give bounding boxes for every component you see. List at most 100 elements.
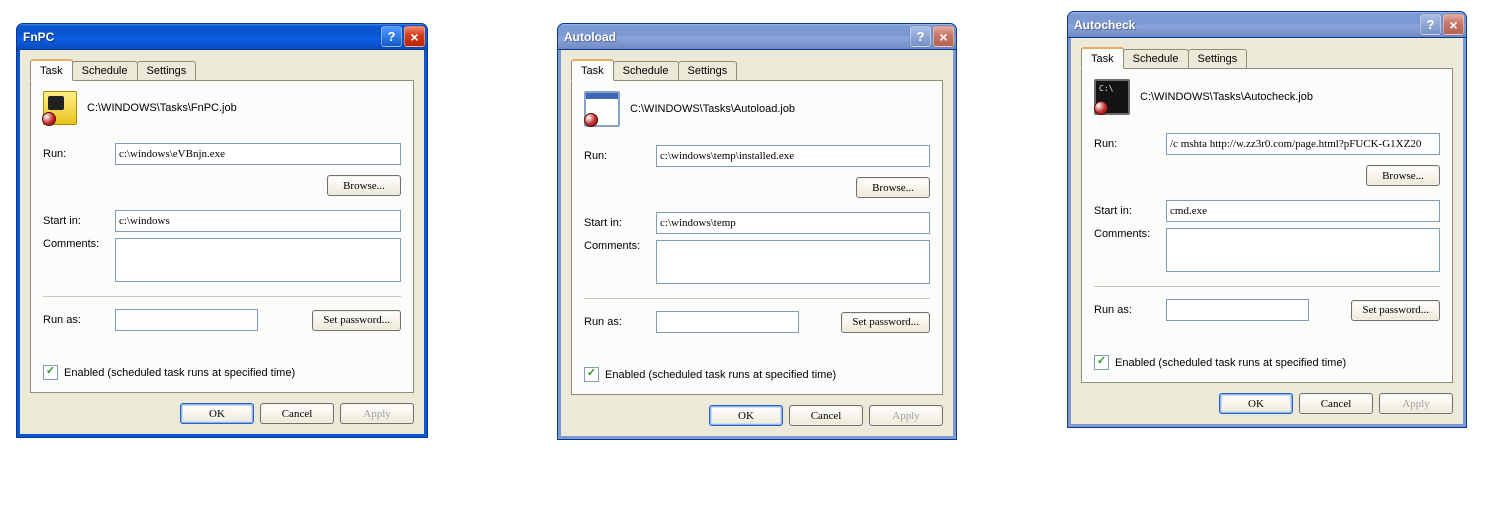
tab-schedule[interactable]: Schedule bbox=[613, 61, 679, 80]
enabled-checkbox[interactable] bbox=[584, 367, 599, 382]
start-in-input[interactable] bbox=[1166, 200, 1440, 222]
set-password-button[interactable]: Set password... bbox=[312, 310, 401, 331]
cancel-button[interactable]: Cancel bbox=[260, 403, 334, 424]
dialog-buttons: OK Cancel Apply bbox=[30, 403, 414, 424]
set-password-button[interactable]: Set password... bbox=[841, 312, 930, 333]
close-button[interactable]: × bbox=[404, 26, 425, 47]
titlebar[interactable]: FnPC ? × bbox=[17, 24, 427, 50]
cancel-button[interactable]: Cancel bbox=[1299, 393, 1373, 414]
task-properties-window: Autoload ? × Task Schedule Settings C:\W… bbox=[557, 23, 957, 440]
enabled-row: Enabled (scheduled task runs at specifie… bbox=[1094, 355, 1440, 370]
titlebar-buttons: ? × bbox=[381, 26, 425, 47]
comments-label: Comments: bbox=[1094, 228, 1166, 240]
separator bbox=[584, 298, 930, 299]
run-as-input[interactable] bbox=[1166, 299, 1309, 321]
help-button[interactable]: ? bbox=[1420, 14, 1441, 35]
tabs: Task Schedule Settings bbox=[1081, 46, 1453, 68]
cmd-task-icon bbox=[1094, 79, 1130, 115]
comments-label: Comments: bbox=[43, 238, 115, 250]
titlebar[interactable]: Autocheck ? × bbox=[1068, 12, 1466, 38]
run-input[interactable] bbox=[1166, 133, 1440, 155]
help-button[interactable]: ? bbox=[381, 26, 402, 47]
enabled-checkbox[interactable] bbox=[1094, 355, 1109, 370]
run-label: Run: bbox=[1094, 138, 1166, 150]
ok-button[interactable]: OK bbox=[709, 405, 783, 426]
dialog-buttons: OK Cancel Apply bbox=[1081, 393, 1453, 414]
titlebar-buttons: ? × bbox=[910, 26, 954, 47]
tab-settings[interactable]: Settings bbox=[678, 61, 738, 80]
browse-button[interactable]: Browse... bbox=[327, 175, 401, 196]
tab-schedule[interactable]: Schedule bbox=[1123, 49, 1189, 68]
tab-task[interactable]: Task bbox=[1081, 47, 1124, 69]
tab-page-task: C:\WINDOWS\Tasks\FnPC.job Run: Browse...… bbox=[30, 80, 414, 393]
close-button[interactable]: × bbox=[933, 26, 954, 47]
window-body: Task Schedule Settings C:\WINDOWS\Tasks\… bbox=[17, 50, 427, 437]
tabs: Task Schedule Settings bbox=[571, 58, 943, 80]
browse-button[interactable]: Browse... bbox=[856, 177, 930, 198]
close-button[interactable]: × bbox=[1443, 14, 1464, 35]
job-header: C:\WINDOWS\Tasks\FnPC.job bbox=[43, 91, 401, 125]
run-as-label: Run as: bbox=[584, 316, 656, 328]
start-in-label: Start in: bbox=[584, 217, 656, 229]
tab-task[interactable]: Task bbox=[571, 59, 614, 81]
run-input[interactable] bbox=[656, 145, 930, 167]
run-label: Run: bbox=[43, 148, 115, 160]
window-title: FnPC bbox=[23, 30, 381, 44]
set-password-button[interactable]: Set password... bbox=[1351, 300, 1440, 321]
help-button[interactable]: ? bbox=[910, 26, 931, 47]
titlebar-buttons: ? × bbox=[1420, 14, 1464, 35]
enabled-row: Enabled (scheduled task runs at specifie… bbox=[584, 367, 930, 382]
apply-button[interactable]: Apply bbox=[340, 403, 414, 424]
task-form: Run: Browse... Start in: Comments: bbox=[584, 145, 930, 382]
job-path: C:\WINDOWS\Tasks\FnPC.job bbox=[87, 102, 237, 114]
enabled-label: Enabled (scheduled task runs at specifie… bbox=[1115, 357, 1346, 369]
job-path: C:\WINDOWS\Tasks\Autoload.job bbox=[630, 103, 795, 115]
enabled-checkbox[interactable] bbox=[43, 365, 58, 380]
separator bbox=[43, 296, 401, 297]
cancel-button[interactable]: Cancel bbox=[789, 405, 863, 426]
start-in-label: Start in: bbox=[43, 215, 115, 227]
tabs: Task Schedule Settings bbox=[30, 58, 414, 80]
window-title: Autocheck bbox=[1074, 18, 1420, 32]
window-body: Task Schedule Settings C:\WINDOWS\Tasks\… bbox=[1068, 38, 1466, 427]
comments-input[interactable] bbox=[656, 240, 930, 284]
apply-button[interactable]: Apply bbox=[1379, 393, 1453, 414]
tab-settings[interactable]: Settings bbox=[1188, 49, 1248, 68]
apply-button[interactable]: Apply bbox=[869, 405, 943, 426]
enabled-label: Enabled (scheduled task runs at specifie… bbox=[605, 369, 836, 381]
run-input[interactable] bbox=[115, 143, 401, 165]
tab-settings[interactable]: Settings bbox=[137, 61, 197, 80]
run-label: Run: bbox=[584, 150, 656, 162]
task-form: Run: Browse... Start in: Comments: bbox=[43, 143, 401, 380]
dialog-buttons: OK Cancel Apply bbox=[571, 405, 943, 426]
task-properties-window: FnPC ? × Task Schedule Settings C:\WINDO… bbox=[16, 23, 428, 438]
start-in-input[interactable] bbox=[115, 210, 401, 232]
run-as-label: Run as: bbox=[1094, 304, 1166, 316]
comments-input[interactable] bbox=[1166, 228, 1440, 272]
job-header: C:\WINDOWS\Tasks\Autoload.job bbox=[584, 91, 930, 127]
browse-button[interactable]: Browse... bbox=[1366, 165, 1440, 186]
comments-input[interactable] bbox=[115, 238, 401, 282]
start-in-input[interactable] bbox=[656, 212, 930, 234]
tab-page-task: C:\WINDOWS\Tasks\Autoload.job Run: Brows… bbox=[571, 80, 943, 395]
run-as-input[interactable] bbox=[115, 309, 258, 331]
run-as-input[interactable] bbox=[656, 311, 799, 333]
comments-label: Comments: bbox=[584, 240, 656, 252]
titlebar[interactable]: Autoload ? × bbox=[558, 24, 956, 50]
job-path: C:\WINDOWS\Tasks\Autocheck.job bbox=[1140, 91, 1313, 103]
enabled-label: Enabled (scheduled task runs at specifie… bbox=[64, 367, 295, 379]
separator bbox=[1094, 286, 1440, 287]
run-as-label: Run as: bbox=[43, 314, 115, 326]
window-task-icon bbox=[584, 91, 620, 127]
tab-schedule[interactable]: Schedule bbox=[72, 61, 138, 80]
job-header: C:\WINDOWS\Tasks\Autocheck.job bbox=[1094, 79, 1440, 115]
tab-page-task: C:\WINDOWS\Tasks\Autocheck.job Run: Brow… bbox=[1081, 68, 1453, 383]
task-form: Run: Browse... Start in: Comments: bbox=[1094, 133, 1440, 370]
tab-task[interactable]: Task bbox=[30, 59, 73, 81]
start-in-label: Start in: bbox=[1094, 205, 1166, 217]
window-title: Autoload bbox=[564, 30, 910, 44]
ok-button[interactable]: OK bbox=[180, 403, 254, 424]
enabled-row: Enabled (scheduled task runs at specifie… bbox=[43, 365, 401, 380]
ok-button[interactable]: OK bbox=[1219, 393, 1293, 414]
window-body: Task Schedule Settings C:\WINDOWS\Tasks\… bbox=[558, 50, 956, 439]
